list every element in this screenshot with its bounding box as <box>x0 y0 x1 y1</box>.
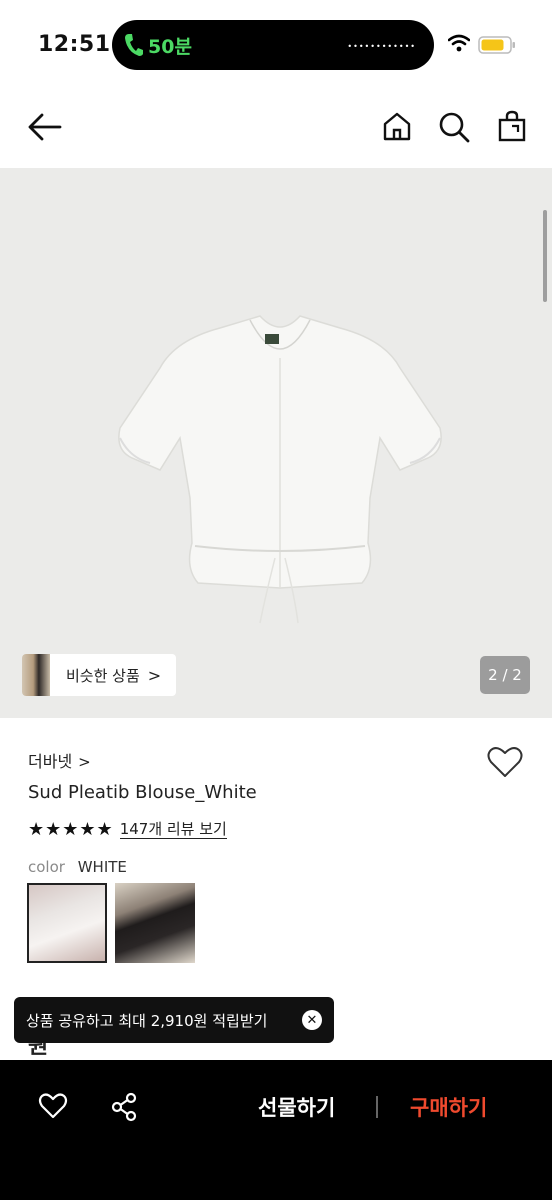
dynamic-island[interactable]: 50분 •••••••••••• <box>112 20 434 70</box>
similar-products-label: 비슷한 상품 <box>66 666 140 685</box>
product-title: Sud Pleatib Blouse_White <box>28 782 257 803</box>
share-icon[interactable] <box>110 1092 138 1122</box>
scroll-indicator <box>543 210 547 302</box>
divider <box>376 1096 378 1118</box>
chevron-right-icon: > <box>78 753 91 771</box>
nav-bar <box>0 95 552 165</box>
similar-products-button[interactable]: 비슷한 상품 > <box>22 654 176 696</box>
blouse-image <box>118 315 442 624</box>
chevron-right-icon: > <box>147 665 162 685</box>
bottom-action-bar: 선물하기 구매하기 <box>0 1060 552 1200</box>
share-reward-toast[interactable]: 상품 공유하고 최대 2,910원 적립받기 ✕ <box>14 997 334 1043</box>
close-icon[interactable]: ✕ <box>302 1010 322 1030</box>
toast-message: 상품 공유하고 최대 2,910원 적립받기 <box>26 1011 268 1030</box>
product-image-carousel[interactable]: 비슷한 상품 > 2 / 2 <box>0 168 552 718</box>
brand-name: 더바넷 <box>28 752 73 771</box>
heart-icon[interactable] <box>486 744 524 780</box>
similar-product-thumbnail <box>22 654 50 696</box>
star-rating: ★★★★★ <box>28 818 114 840</box>
color-swatch-black[interactable] <box>115 883 195 963</box>
phone-icon <box>125 34 143 56</box>
color-row: color WHITE <box>28 858 127 876</box>
back-arrow-icon[interactable] <box>26 109 66 145</box>
home-icon[interactable] <box>382 111 412 141</box>
shopping-bag-icon[interactable] <box>498 110 526 142</box>
color-value: WHITE <box>77 858 127 876</box>
brand-link[interactable]: 더바넷 > <box>28 748 91 772</box>
buy-button[interactable]: 구매하기 <box>410 1092 487 1122</box>
heart-icon[interactable] <box>38 1092 68 1120</box>
status-bar: 12:51 50분 •••••••••••• <box>0 0 552 90</box>
color-label: color <box>28 858 65 876</box>
battery-icon <box>478 36 515 54</box>
review-link[interactable]: 147개 리뷰 보기 <box>119 820 227 839</box>
audio-waveform-icon: •••••••••••• <box>347 42 416 51</box>
rating-row: ★★★★★ 147개 리뷰 보기 <box>28 818 227 840</box>
color-swatch-white[interactable] <box>27 883 107 963</box>
wifi-icon <box>448 34 470 52</box>
call-duration: 50분 <box>148 36 192 58</box>
search-icon[interactable] <box>438 111 470 143</box>
image-page-indicator: 2 / 2 <box>480 656 530 694</box>
status-time: 12:51 <box>38 32 111 57</box>
gift-button[interactable]: 선물하기 <box>258 1092 335 1122</box>
